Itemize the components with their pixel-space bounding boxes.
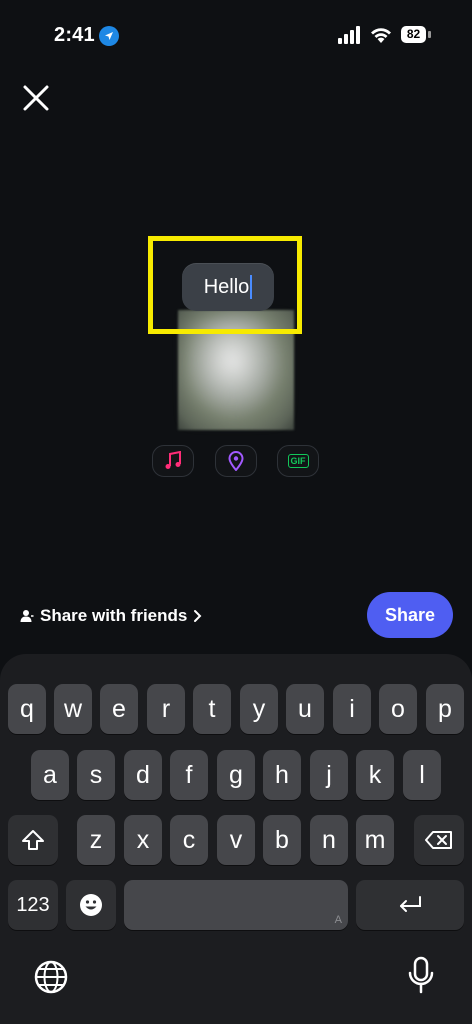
space-key[interactable]: A — [124, 880, 348, 930]
emoji-key[interactable] — [66, 880, 116, 930]
numbers-key[interactable]: 123 — [8, 880, 58, 930]
location-arrow-icon — [99, 26, 119, 46]
location-pin-icon — [228, 451, 244, 471]
key-q[interactable]: q — [8, 684, 46, 734]
key-v[interactable]: v — [217, 815, 255, 865]
close-button[interactable] — [20, 82, 52, 114]
share-with-friends-link[interactable]: Share with friends — [20, 603, 203, 629]
globe-icon — [34, 960, 68, 994]
microphone-icon — [408, 956, 434, 994]
shift-key[interactable] — [8, 815, 58, 865]
close-icon — [23, 85, 49, 111]
backspace-icon — [425, 831, 452, 849]
chevron-right-icon — [194, 610, 202, 622]
key-x[interactable]: x — [124, 815, 162, 865]
key-r[interactable]: r — [147, 684, 185, 734]
key-t[interactable]: t — [193, 684, 231, 734]
key-k[interactable]: k — [356, 750, 394, 800]
key-u[interactable]: u — [286, 684, 324, 734]
key-e[interactable]: e — [100, 684, 138, 734]
key-i[interactable]: i — [333, 684, 371, 734]
key-a[interactable]: a — [31, 750, 69, 800]
key-s[interactable]: s — [77, 750, 115, 800]
return-key[interactable] — [356, 880, 464, 930]
return-icon — [400, 896, 421, 912]
gif-icon: GIF — [287, 454, 309, 468]
key-p[interactable]: p — [426, 684, 464, 734]
wifi-icon — [369, 25, 393, 44]
key-j[interactable]: j — [310, 750, 348, 800]
emoji-icon — [80, 894, 102, 916]
share-with-friends-label: Share with friends — [40, 606, 188, 625]
space-hint: A — [334, 914, 342, 926]
key-b[interactable]: b — [263, 815, 301, 865]
microphone-button[interactable] — [408, 956, 434, 996]
backspace-key[interactable] — [414, 815, 464, 865]
battery-level: 82 — [401, 26, 426, 43]
text-caret — [250, 275, 253, 299]
globe-button[interactable] — [32, 958, 70, 996]
key-d[interactable]: d — [124, 750, 162, 800]
key-m[interactable]: m — [356, 815, 394, 865]
friends-icon — [20, 610, 34, 622]
battery-icon: 82 — [401, 26, 431, 43]
key-y[interactable]: y — [240, 684, 278, 734]
keyboard: q w e r t y u i o p a s d f g h j k l z … — [0, 654, 472, 1024]
text-sticker-value: Hello — [203, 275, 250, 298]
status-time: 2:41 — [54, 24, 95, 46]
key-w[interactable]: w — [54, 684, 92, 734]
share-button[interactable]: Share — [367, 592, 453, 638]
text-sticker-input[interactable]: Hello — [182, 263, 274, 311]
key-n[interactable]: n — [310, 815, 348, 865]
key-z[interactable]: z — [77, 815, 115, 865]
key-c[interactable]: c — [170, 815, 208, 865]
key-h[interactable]: h — [263, 750, 301, 800]
shift-icon — [22, 830, 44, 850]
music-note-icon — [165, 451, 181, 469]
key-g[interactable]: g — [217, 750, 255, 800]
location-button[interactable] — [215, 445, 257, 477]
key-f[interactable]: f — [170, 750, 208, 800]
music-button[interactable] — [152, 445, 194, 477]
key-l[interactable]: l — [403, 750, 441, 800]
key-o[interactable]: o — [379, 684, 417, 734]
gif-button[interactable]: GIF — [277, 445, 319, 477]
cellular-signal-icon — [338, 26, 362, 44]
